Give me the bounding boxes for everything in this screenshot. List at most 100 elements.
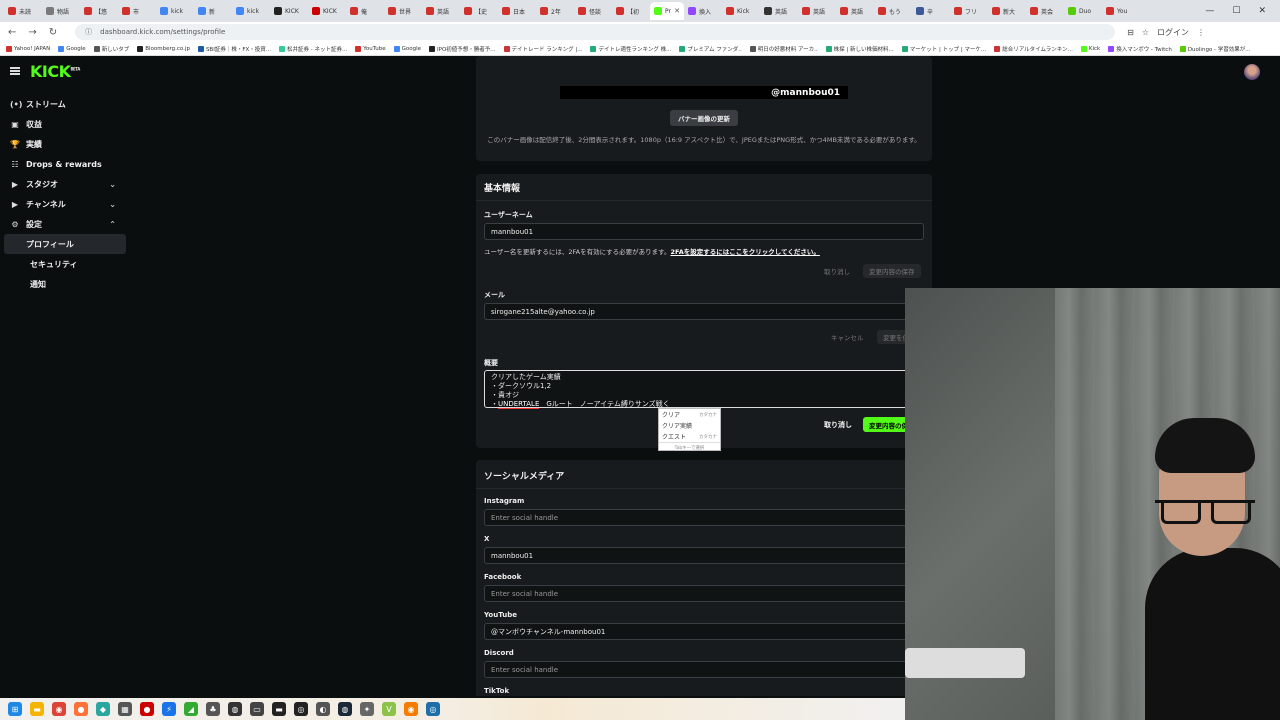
bookmark-item[interactable]: Yahoo! JAPAN bbox=[6, 45, 50, 52]
sidebar-item-drops[interactable]: ☷ Drops & rewards bbox=[0, 154, 122, 174]
bio-reset-button[interactable]: 取り消し bbox=[824, 418, 852, 432]
browser-tab[interactable]: You bbox=[1102, 2, 1140, 20]
bookmark-item[interactable]: Bloomberg.co.jp bbox=[137, 45, 190, 52]
bookmark-item[interactable]: Duolingo - 学習効果が... bbox=[1179, 45, 1251, 53]
browser-tab[interactable]: 英語 bbox=[760, 2, 798, 20]
star-icon[interactable]: ☆ bbox=[1142, 28, 1149, 37]
avatar[interactable] bbox=[1244, 64, 1260, 80]
browser-tab[interactable]: 辛 bbox=[912, 2, 950, 20]
app-icon[interactable]: ◢ bbox=[184, 702, 198, 716]
browser-tab[interactable]: 【初 bbox=[612, 2, 650, 20]
kick-logo[interactable]: KICKBETA bbox=[30, 62, 80, 81]
browser-tab[interactable]: 新 bbox=[194, 2, 232, 20]
chrome-icon[interactable]: ◉ bbox=[52, 702, 66, 716]
browser-tab[interactable]: kick bbox=[156, 2, 194, 20]
social-handle-field[interactable]: Enter social handle bbox=[484, 661, 924, 678]
sidebar-subitem[interactable]: セキュリティ bbox=[4, 254, 126, 274]
menu-icon[interactable]: ⋮ bbox=[1197, 28, 1205, 37]
browser-tab[interactable]: 【悠 bbox=[80, 2, 118, 20]
bookmark-item[interactable]: Google bbox=[393, 45, 421, 52]
bookmark-item[interactable]: デイトレード ランキング |... bbox=[503, 45, 582, 53]
app-icon[interactable]: ⚡ bbox=[162, 702, 176, 716]
username-save-button[interactable]: 変更内容の保存 bbox=[863, 264, 921, 278]
browser-tab[interactable]: KICK bbox=[270, 2, 308, 20]
sidebar-item-revenue[interactable]: ▣ 収益 bbox=[0, 114, 122, 134]
browser-tab[interactable]: 日本 bbox=[498, 2, 536, 20]
obs-icon[interactable]: ◎ bbox=[294, 702, 308, 716]
sidebar-subitem[interactable]: プロフィール bbox=[4, 234, 126, 254]
browser-tab[interactable]: 英語 bbox=[798, 2, 836, 20]
username-field[interactable]: mannbou01 bbox=[484, 223, 924, 240]
browser-tab[interactable]: 市 bbox=[118, 2, 156, 20]
url-field[interactable]: ⓘ dashboard.kick.com/settings/profile bbox=[75, 24, 1116, 40]
profile-login-button[interactable]: ログイン bbox=[1157, 27, 1189, 38]
bookmark-item[interactable]: マーケット | トップ | マーケ... bbox=[901, 45, 986, 53]
setup-2fa-link[interactable]: 2FAを設定するにはここをクリックしてください。 bbox=[671, 248, 820, 256]
bookmark-item[interactable]: SBI証券｜株・FX・投資... bbox=[197, 45, 271, 53]
steam-icon[interactable]: ◍ bbox=[338, 702, 352, 716]
steam-icon[interactable]: ◍ bbox=[228, 702, 242, 716]
browser-tab[interactable]: Kick bbox=[722, 2, 760, 20]
maximize-icon[interactable]: ☐ bbox=[1232, 6, 1240, 16]
install-icon[interactable]: ⊟ bbox=[1127, 28, 1134, 37]
browser-tab[interactable]: 【史 bbox=[460, 2, 498, 20]
site-info-icon[interactable]: ⓘ bbox=[85, 27, 92, 37]
bookmark-item[interactable]: Google bbox=[58, 45, 86, 52]
browser-tab[interactable]: 2年 bbox=[536, 2, 574, 20]
ime-candidate[interactable]: クエスト カタカナ bbox=[659, 431, 720, 442]
browser-tab[interactable]: 新大 bbox=[988, 2, 1026, 20]
browser-tab[interactable]: 英語 bbox=[422, 2, 460, 20]
browser-tab[interactable]: kick bbox=[232, 2, 270, 20]
app-icon[interactable]: ◉ bbox=[404, 702, 418, 716]
app-icon[interactable]: ◐ bbox=[316, 702, 330, 716]
ime-candidate[interactable]: クリア実績 bbox=[659, 420, 720, 431]
browser-tab[interactable]: 物語 bbox=[42, 2, 80, 20]
app-icon[interactable]: ◎ bbox=[426, 702, 440, 716]
bookmark-item[interactable]: 株探 | 新しい株価材料... bbox=[825, 45, 894, 53]
chevron-up-icon[interactable]: ⌃ bbox=[109, 220, 116, 229]
browser-tab[interactable]: KICK bbox=[308, 2, 346, 20]
forward-icon[interactable]: → bbox=[28, 27, 36, 38]
minimize-icon[interactable]: — bbox=[1205, 6, 1214, 16]
bookmark-item[interactable]: 総合リアルタイムランキン... bbox=[994, 45, 1073, 53]
record-icon[interactable]: ● bbox=[140, 702, 154, 716]
browser-tab[interactable]: 世界 bbox=[384, 2, 422, 20]
app-icon[interactable]: ✦ bbox=[360, 702, 374, 716]
bookmark-item[interactable]: 明日の好悪材料 アーカ.. bbox=[749, 45, 818, 53]
reload-icon[interactable]: ↻ bbox=[49, 27, 57, 38]
update-banner-button[interactable]: バナー画像の更新 bbox=[670, 110, 738, 126]
browser-tab[interactable]: Pr ✕ bbox=[650, 2, 684, 20]
ime-candidate[interactable]: クリア カタカナ bbox=[659, 409, 720, 420]
bookmark-item[interactable]: YouTube bbox=[355, 45, 386, 52]
browser-tab[interactable]: 英語 bbox=[836, 2, 874, 20]
social-handle-field[interactable]: Enter social handle bbox=[484, 585, 924, 602]
bookmark-item[interactable]: デイトレ適性ランキング 株... bbox=[590, 45, 671, 53]
sidebar-item-channel[interactable]: ▶ チャンネル ⌄ bbox=[0, 194, 122, 214]
app-icon[interactable]: ♣ bbox=[206, 702, 220, 716]
username-reset-button[interactable]: 取り消し bbox=[824, 264, 850, 278]
app-icon[interactable]: V bbox=[382, 702, 396, 716]
browser-tab[interactable]: 換入 bbox=[684, 2, 722, 20]
close-icon[interactable]: ✕ bbox=[1258, 6, 1266, 16]
browser-tab[interactable]: フリ bbox=[950, 2, 988, 20]
tab-close-icon[interactable]: ✕ bbox=[674, 7, 680, 15]
browser-tab[interactable]: 怪談 bbox=[574, 2, 612, 20]
terminal-icon[interactable]: ▭ bbox=[250, 702, 264, 716]
browser-tab[interactable]: 俺 bbox=[346, 2, 384, 20]
bookmark-item[interactable]: プレミアム ファンダ.. bbox=[679, 45, 742, 53]
bio-textarea[interactable]: クリアしたゲーム実績 ・ダークソウル1,2 ・貴オジ ・UNDERTALE Gル… bbox=[484, 370, 924, 409]
firefox-icon[interactable]: ● bbox=[74, 702, 88, 716]
chevron-down-icon[interactable]: ⌄ bbox=[109, 180, 116, 189]
sidebar-item-achievements[interactable]: 🏆 実績 bbox=[0, 134, 122, 154]
sidebar-subitem[interactable]: 通知 bbox=[4, 274, 126, 294]
app-icon[interactable]: ◆ bbox=[96, 702, 110, 716]
sidebar-item-settings[interactable]: ⚙ 設定 ⌃ bbox=[0, 214, 122, 234]
sidebar-item-stream[interactable]: (•) ストリーム bbox=[0, 94, 122, 114]
sidebar-item-studio[interactable]: ▶ スタジオ ⌄ bbox=[0, 174, 122, 194]
back-icon[interactable]: ← bbox=[8, 27, 16, 38]
chevron-down-icon[interactable]: ⌄ bbox=[109, 200, 116, 209]
social-handle-field[interactable]: Enter social handle bbox=[484, 509, 924, 526]
bookmark-item[interactable]: 新しいタブ bbox=[93, 45, 129, 53]
email-cancel-button[interactable]: キャンセル bbox=[831, 330, 864, 344]
browser-tab[interactable]: Duo bbox=[1064, 2, 1102, 20]
